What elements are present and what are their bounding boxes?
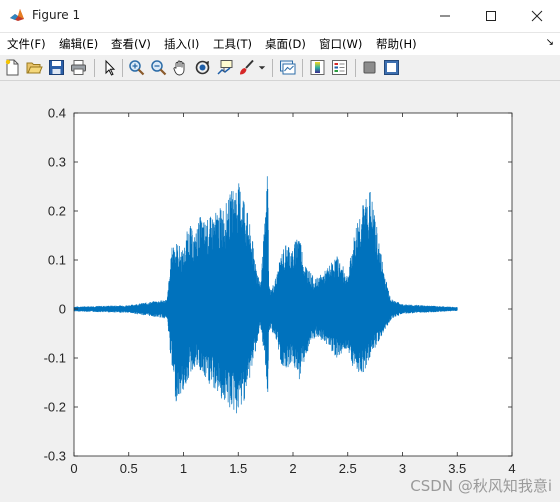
figure-canvas: 0 0.5 1 1.5 2 2.5 3 3.5 4 -0.3 -0.2 -0.1 0 0.1 0.2 0.3 0… bbox=[0, 81, 560, 502]
x-tick-label: 0 bbox=[70, 461, 77, 476]
y-tick-label: 0.1 bbox=[48, 253, 66, 268]
menu-help[interactable]: 帮助(H) bbox=[376, 36, 417, 52]
menu-tools[interactable]: 工具(T) bbox=[213, 36, 252, 52]
maximize-button[interactable] bbox=[468, 0, 514, 32]
window-title: Figure 1 bbox=[32, 8, 81, 22]
menu-desktop[interactable]: 桌面(D) bbox=[265, 36, 306, 52]
menu-bar: 文件(F) 编辑(E) 查看(V) 插入(I) 工具(T) 桌面(D) 窗口(W… bbox=[0, 33, 560, 55]
menu-file[interactable]: 文件(F) bbox=[7, 36, 46, 52]
legend-button[interactable] bbox=[330, 58, 349, 77]
menu-view[interactable]: 查看(V) bbox=[111, 36, 151, 52]
toolbar-separator bbox=[94, 59, 95, 77]
y-tick-label: -0.2 bbox=[44, 400, 66, 415]
data-cursor-icon bbox=[217, 60, 233, 75]
link-plot-icon bbox=[280, 60, 296, 75]
brush-dropdown-button[interactable] bbox=[257, 58, 267, 77]
corner-arrow-icon[interactable]: ↘ bbox=[546, 37, 554, 48]
chart-plot: 0 0.5 1 1.5 2 2.5 3 3.5 4 -0.3 -0.2 -0.1 0 0.1 0.2 0.3 0… bbox=[44, 106, 516, 477]
rotate-3d-icon bbox=[195, 60, 210, 75]
toolbar-separator bbox=[355, 59, 356, 77]
x-tick-label: 3.5 bbox=[448, 461, 466, 476]
open-file-icon bbox=[26, 62, 43, 74]
x-tick-label: 2 bbox=[289, 461, 296, 476]
toolbar-separator bbox=[122, 59, 123, 77]
y-tick-label: -0.3 bbox=[44, 449, 66, 464]
y-tick-label: 0.2 bbox=[48, 204, 66, 219]
colorbar-icon bbox=[310, 60, 325, 75]
brush-icon bbox=[240, 59, 254, 75]
pan-hand-icon bbox=[173, 60, 185, 76]
edit-pointer-button[interactable] bbox=[100, 58, 119, 77]
close-icon bbox=[531, 10, 543, 22]
y-tick-label: 0.4 bbox=[48, 106, 66, 121]
open-file-button[interactable] bbox=[25, 58, 44, 77]
brush-button[interactable] bbox=[237, 58, 256, 77]
toolbar-separator bbox=[302, 59, 303, 77]
x-tick-label: 1.5 bbox=[229, 461, 247, 476]
menu-window[interactable]: 窗口(W) bbox=[319, 36, 362, 52]
show-plot-tools-button[interactable] bbox=[382, 58, 401, 77]
zoom-out-button[interactable] bbox=[149, 58, 168, 77]
x-tick-label: 4 bbox=[508, 461, 515, 476]
x-tick-label: 1 bbox=[180, 461, 187, 476]
show-plot-tools-icon bbox=[384, 60, 399, 75]
title-bar: Figure 1 bbox=[0, 0, 560, 33]
minimize-icon bbox=[440, 15, 450, 17]
new-figure-button[interactable] bbox=[3, 58, 22, 77]
x-tick-label: 2.5 bbox=[339, 461, 357, 476]
x-tick-label: 0.5 bbox=[120, 461, 138, 476]
menu-insert[interactable]: 插入(I) bbox=[164, 36, 199, 52]
save-icon bbox=[49, 60, 64, 75]
zoom-in-button[interactable] bbox=[127, 58, 146, 77]
y-tick-label: -0.1 bbox=[44, 351, 66, 366]
print-icon bbox=[71, 60, 86, 75]
menu-edit[interactable]: 编辑(E) bbox=[59, 36, 98, 52]
chevron-down-icon bbox=[258, 66, 266, 70]
colorbar-button[interactable] bbox=[308, 58, 327, 77]
print-button[interactable] bbox=[69, 58, 88, 77]
csdn-watermark: CSDN @秋风知我意i bbox=[410, 477, 552, 495]
rotate-3d-button[interactable] bbox=[193, 58, 212, 77]
x-tick-label: 3 bbox=[399, 461, 406, 476]
matlab-logo-icon bbox=[9, 7, 25, 23]
link-plot-button[interactable] bbox=[278, 58, 297, 77]
pan-button[interactable] bbox=[171, 58, 190, 77]
zoom-in-icon bbox=[129, 60, 145, 76]
maximize-icon bbox=[486, 11, 496, 21]
figure-toolbar bbox=[0, 55, 560, 81]
close-button[interactable] bbox=[514, 0, 560, 32]
edit-pointer-icon bbox=[105, 59, 116, 76]
zoom-out-icon bbox=[151, 60, 167, 76]
legend-icon bbox=[332, 60, 347, 75]
y-tick-label: 0.3 bbox=[48, 155, 66, 170]
new-figure-icon bbox=[5, 59, 19, 76]
y-tick-label: 0 bbox=[59, 302, 66, 317]
hide-plot-tools-icon bbox=[363, 61, 376, 74]
minimize-button[interactable] bbox=[422, 0, 468, 32]
save-button[interactable] bbox=[47, 58, 66, 77]
hide-plot-tools-button[interactable] bbox=[360, 58, 379, 77]
toolbar-separator bbox=[272, 59, 273, 77]
data-cursor-button[interactable] bbox=[215, 58, 234, 77]
